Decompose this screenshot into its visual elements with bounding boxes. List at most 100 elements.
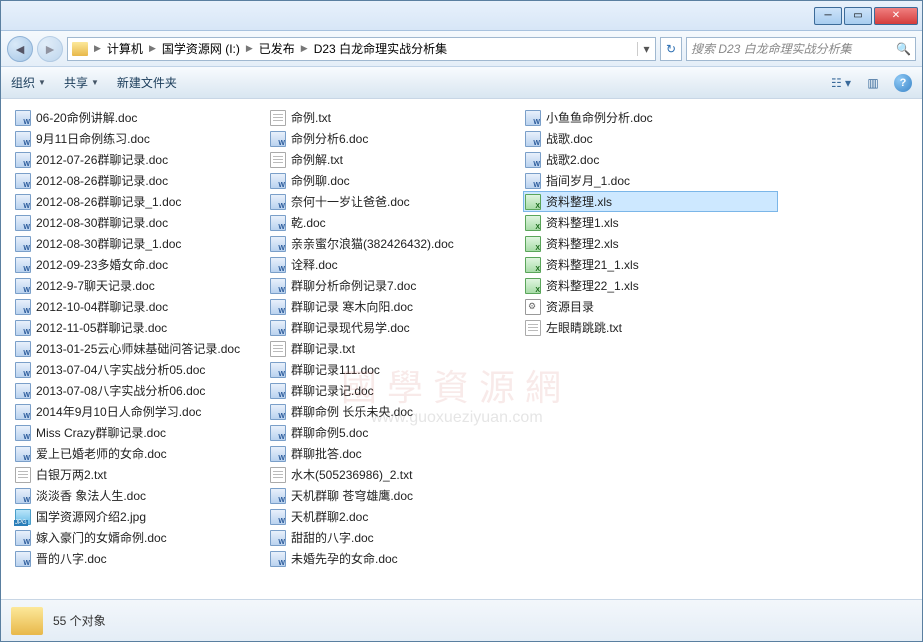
doc-file-icon <box>270 509 286 525</box>
help-button[interactable]: ? <box>894 74 912 92</box>
file-item[interactable]: 2014年9月10日人命例学习.doc <box>13 401 268 422</box>
file-item[interactable]: 2012-10-04群聊记录.doc <box>13 296 268 317</box>
file-name: 天机群聊 苍穹雄鹰.doc <box>291 487 413 504</box>
file-name: 战歌.doc <box>546 130 593 147</box>
refresh-button[interactable]: ↻ <box>660 37 682 61</box>
file-item[interactable]: 资料整理22_1.xls <box>523 275 778 296</box>
file-item[interactable]: 命例.txt <box>268 107 523 128</box>
file-name: 群聊分析命例记录7.doc <box>291 277 416 294</box>
doc-file-icon <box>270 425 286 441</box>
file-item[interactable]: 乾.doc <box>268 212 523 233</box>
chevron-right-icon[interactable]: ▶ <box>147 43 158 54</box>
toolbar: 组织▼ 共享▼ 新建文件夹 ☷ ▾ ▥ ? <box>1 67 922 99</box>
breadcrumb[interactable]: ▶ 计算机 ▶ 国学资源网 (I:) ▶ 已发布 ▶ D23 白龙命理实战分析集… <box>67 37 656 61</box>
file-name: 2012-09-23多婚女命.doc <box>36 256 168 273</box>
doc-file-icon <box>15 173 31 189</box>
file-item[interactable]: Miss Crazy群聊记录.doc <box>13 422 268 443</box>
doc-file-icon <box>15 320 31 336</box>
file-item[interactable]: 未婚先孕的女命.doc <box>268 548 523 569</box>
preview-pane-button[interactable]: ▥ <box>862 74 884 92</box>
file-item[interactable]: 战歌.doc <box>523 128 778 149</box>
doc-file-icon <box>270 404 286 420</box>
file-name: 指间岁月_1.doc <box>546 172 630 189</box>
close-button[interactable]: ✕ <box>874 7 918 25</box>
file-item[interactable]: 资料整理21_1.xls <box>523 254 778 275</box>
file-name: 群聊记录111.doc <box>291 361 380 378</box>
file-item[interactable]: 2012-9-7聊天记录.doc <box>13 275 268 296</box>
file-item[interactable]: 2012-08-30群聊记录_1.doc <box>13 233 268 254</box>
file-item[interactable]: 亲亲蜜尔浪猫(382426432).doc <box>268 233 523 254</box>
file-item[interactable]: 2013-01-25云心师妹基础问答记录.doc <box>13 338 268 359</box>
file-item[interactable]: 2012-09-23多婚女命.doc <box>13 254 268 275</box>
chevron-right-icon[interactable]: ▶ <box>299 43 310 54</box>
crumb-computer[interactable]: 计算机 <box>103 40 147 57</box>
organize-button[interactable]: 组织▼ <box>11 74 46 91</box>
file-item[interactable]: 2013-07-04八字实战分析05.doc <box>13 359 268 380</box>
crumb-drive[interactable]: 国学资源网 (I:) <box>158 40 244 57</box>
file-item[interactable]: 天机群聊2.doc <box>268 506 523 527</box>
file-item[interactable]: 晋的八字.doc <box>13 548 268 569</box>
file-item[interactable]: 资料整理.xls <box>523 191 778 212</box>
doc-file-icon <box>15 488 31 504</box>
file-item[interactable]: 水木(505236986)_2.txt <box>268 464 523 485</box>
file-item[interactable]: 爱上已婚老师的女命.doc <box>13 443 268 464</box>
file-item[interactable]: 资源目录 <box>523 296 778 317</box>
view-options-button[interactable]: ☷ ▾ <box>830 74 852 92</box>
file-item[interactable]: 甜甜的八字.doc <box>268 527 523 548</box>
file-name: Miss Crazy群聊记录.doc <box>36 424 166 441</box>
explorer-window: ─ ▭ ✕ ◄ ► ▶ 计算机 ▶ 国学资源网 (I:) ▶ 已发布 ▶ D23… <box>0 0 923 642</box>
file-item[interactable]: 左眼睛跳跳.txt <box>523 317 778 338</box>
file-item[interactable]: 2013-07-08八字实战分析06.doc <box>13 380 268 401</box>
file-item[interactable]: 群聊记录记.doc <box>268 380 523 401</box>
file-item[interactable]: 2012-08-30群聊记录.doc <box>13 212 268 233</box>
file-item[interactable]: 战歌2.doc <box>523 149 778 170</box>
chevron-right-icon[interactable]: ▶ <box>92 43 103 54</box>
crumb-current[interactable]: D23 白龙命理实战分析集 <box>310 40 451 57</box>
minimize-button[interactable]: ─ <box>814 7 842 25</box>
search-input[interactable]: 搜索 D23 白龙命理实战分析集 🔍 <box>686 37 916 61</box>
file-item[interactable]: 2012-11-05群聊记录.doc <box>13 317 268 338</box>
file-item[interactable]: 诠释.doc <box>268 254 523 275</box>
txt-file-icon <box>15 467 31 483</box>
new-folder-button[interactable]: 新建文件夹 <box>117 74 177 91</box>
file-item[interactable]: 2012-08-26群聊记录_1.doc <box>13 191 268 212</box>
file-item[interactable]: 奈何十一岁让爸爸.doc <box>268 191 523 212</box>
back-button[interactable]: ◄ <box>7 36 33 62</box>
doc-file-icon <box>15 257 31 273</box>
file-item[interactable]: 白银万两2.txt <box>13 464 268 485</box>
file-item[interactable]: 淡淡香 象法人生.doc <box>13 485 268 506</box>
file-item[interactable]: 资料整理1.xls <box>523 212 778 233</box>
crumb-published[interactable]: 已发布 <box>255 40 299 57</box>
share-button[interactable]: 共享▼ <box>64 74 99 91</box>
file-item[interactable]: 群聊批答.doc <box>268 443 523 464</box>
file-item[interactable]: 小鱼鱼命例分析.doc <box>523 107 778 128</box>
file-item[interactable]: 群聊记录现代易学.doc <box>268 317 523 338</box>
chevron-right-icon[interactable]: ▶ <box>244 43 255 54</box>
file-item[interactable]: 群聊命例 长乐未央.doc <box>268 401 523 422</box>
txt-file-icon <box>525 320 541 336</box>
file-item[interactable]: 命例解.txt <box>268 149 523 170</box>
forward-button[interactable]: ► <box>37 36 63 62</box>
file-item[interactable]: 06-20命例讲解.doc <box>13 107 268 128</box>
file-item[interactable]: 资料整理2.xls <box>523 233 778 254</box>
file-item[interactable]: 2012-07-26群聊记录.doc <box>13 149 268 170</box>
file-item[interactable]: 群聊分析命例记录7.doc <box>268 275 523 296</box>
file-item[interactable]: 国学资源网介绍2.jpg <box>13 506 268 527</box>
file-name: 资料整理1.xls <box>546 214 619 231</box>
file-item[interactable]: 群聊记录.txt <box>268 338 523 359</box>
file-name: 资料整理22_1.xls <box>546 277 639 294</box>
file-item[interactable]: 群聊记录111.doc <box>268 359 523 380</box>
file-item[interactable]: 命例聊.doc <box>268 170 523 191</box>
file-item[interactable]: 嫁入豪门的女婿命例.doc <box>13 527 268 548</box>
doc-file-icon <box>270 173 286 189</box>
file-item[interactable]: 9月11日命例练习.doc <box>13 128 268 149</box>
maximize-button[interactable]: ▭ <box>844 7 872 25</box>
file-item[interactable]: 命例分析6.doc <box>268 128 523 149</box>
file-item[interactable]: 群聊命例5.doc <box>268 422 523 443</box>
breadcrumb-dropdown-icon[interactable]: ▾ <box>637 42 655 56</box>
file-item[interactable]: 天机群聊 苍穹雄鹰.doc <box>268 485 523 506</box>
file-item[interactable]: 群聊记录 寒木向阳.doc <box>268 296 523 317</box>
file-item[interactable]: 2012-08-26群聊记录.doc <box>13 170 268 191</box>
file-item[interactable]: 指间岁月_1.doc <box>523 170 778 191</box>
xls-file-icon <box>525 236 541 252</box>
